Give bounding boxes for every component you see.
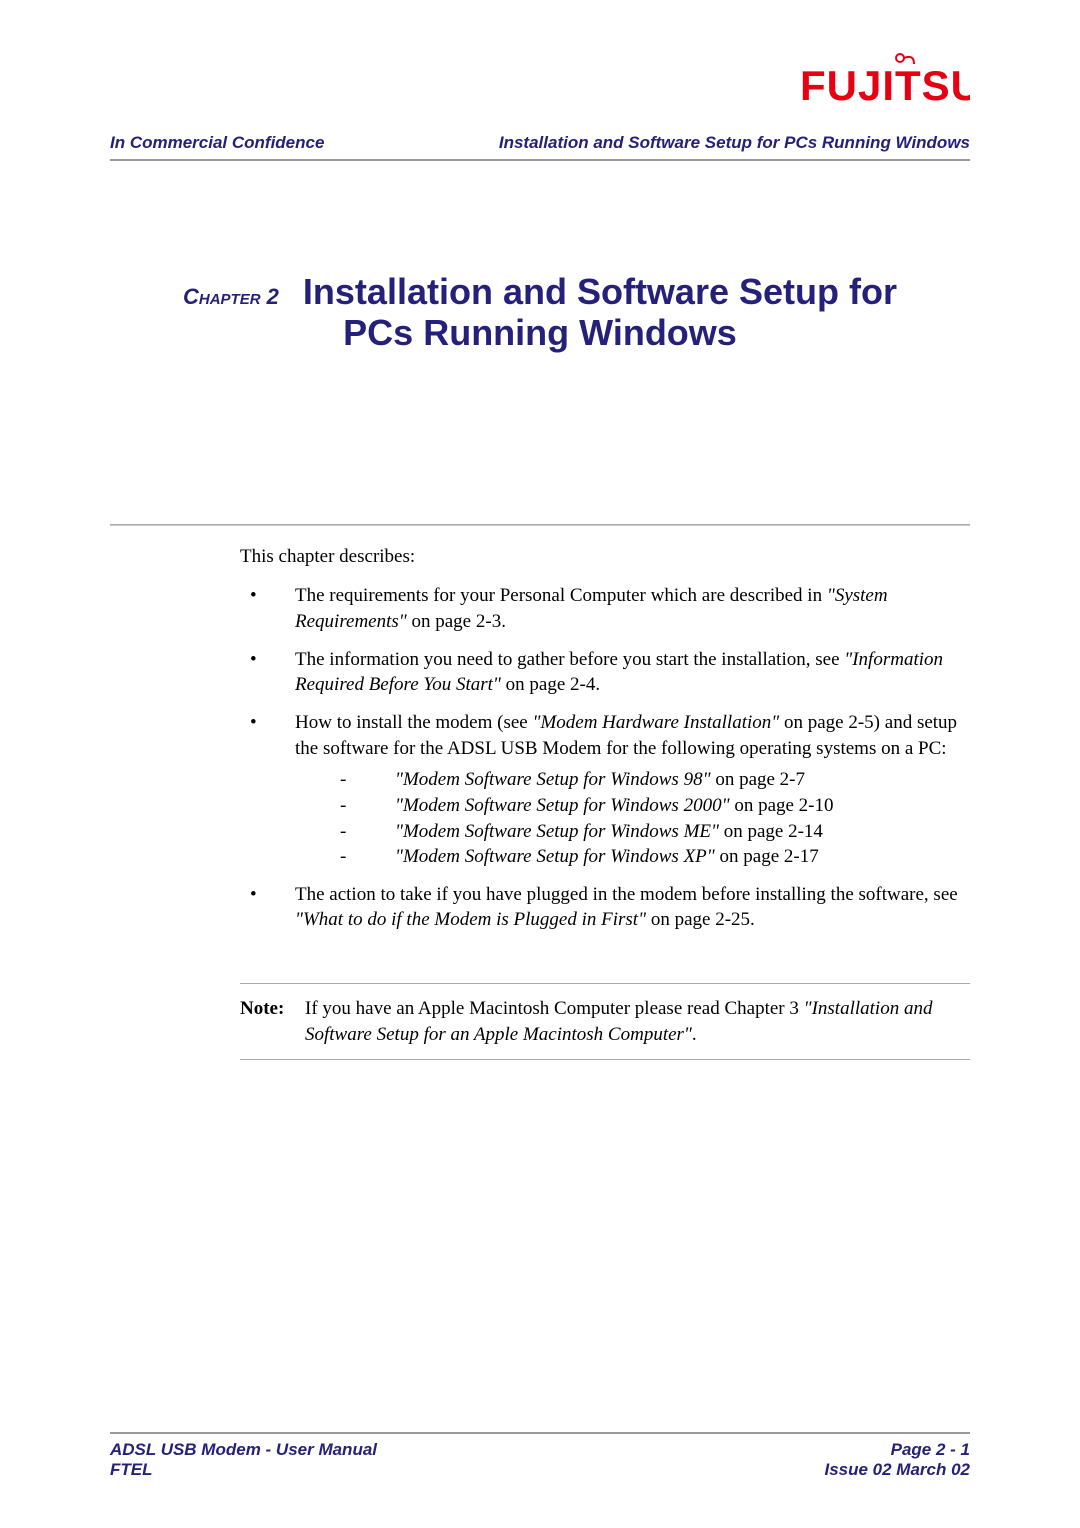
footer-left-2: FTEL: [110, 1460, 377, 1480]
footer-right-1: Page 2 - 1: [824, 1440, 970, 1460]
sub-item: "Modem Software Setup for Windows XP" on…: [295, 844, 970, 870]
header-right: Installation and Software Setup for PCs …: [499, 133, 970, 153]
fujitsu-logo: FUJITSU: [110, 50, 970, 115]
header-left: In Commercial Confidence: [110, 133, 324, 153]
chapter-label: Chapter 2: [183, 284, 279, 309]
sub-item: "Modem Software Setup for Windows 2000" …: [295, 793, 970, 819]
footer-right-2: Issue 02 March 02: [824, 1460, 970, 1480]
sub-item: "Modem Software Setup for Windows ME" on…: [295, 819, 970, 845]
bullet-list: The requirements for your Personal Compu…: [240, 583, 970, 933]
footer-left-1: ADSL USB Modem - User Manual: [110, 1440, 377, 1460]
note-label: Note:: [240, 996, 305, 1047]
note-body: If you have an Apple Macintosh Computer …: [305, 996, 970, 1047]
chapter-title: Chapter 2 Installation and Software Setu…: [110, 271, 970, 354]
list-item: The requirements for your Personal Compu…: [240, 583, 970, 634]
page-footer: ADSL USB Modem - User Manual FTEL Page 2…: [110, 1432, 970, 1480]
note-block: Note: If you have an Apple Macintosh Com…: [240, 983, 970, 1060]
content-body: This chapter describes: The requirements…: [240, 544, 970, 1061]
sub-list: "Modem Software Setup for Windows 98" on…: [295, 767, 970, 870]
list-item: The information you need to gather befor…: [240, 647, 970, 698]
list-item: The action to take if you have plugged i…: [240, 882, 970, 933]
chapter-title-line2: PCs Running Windows: [343, 312, 737, 353]
intro-text: This chapter describes:: [240, 544, 970, 570]
sub-item: "Modem Software Setup for Windows 98" on…: [295, 767, 970, 793]
page-header: In Commercial Confidence Installation an…: [110, 133, 970, 161]
divider: [110, 524, 970, 526]
chapter-title-line1: Installation and Software Setup for: [303, 271, 897, 312]
list-item: How to install the modem (see "Modem Har…: [240, 710, 970, 870]
svg-text:FUJITSU: FUJITSU: [800, 62, 970, 109]
